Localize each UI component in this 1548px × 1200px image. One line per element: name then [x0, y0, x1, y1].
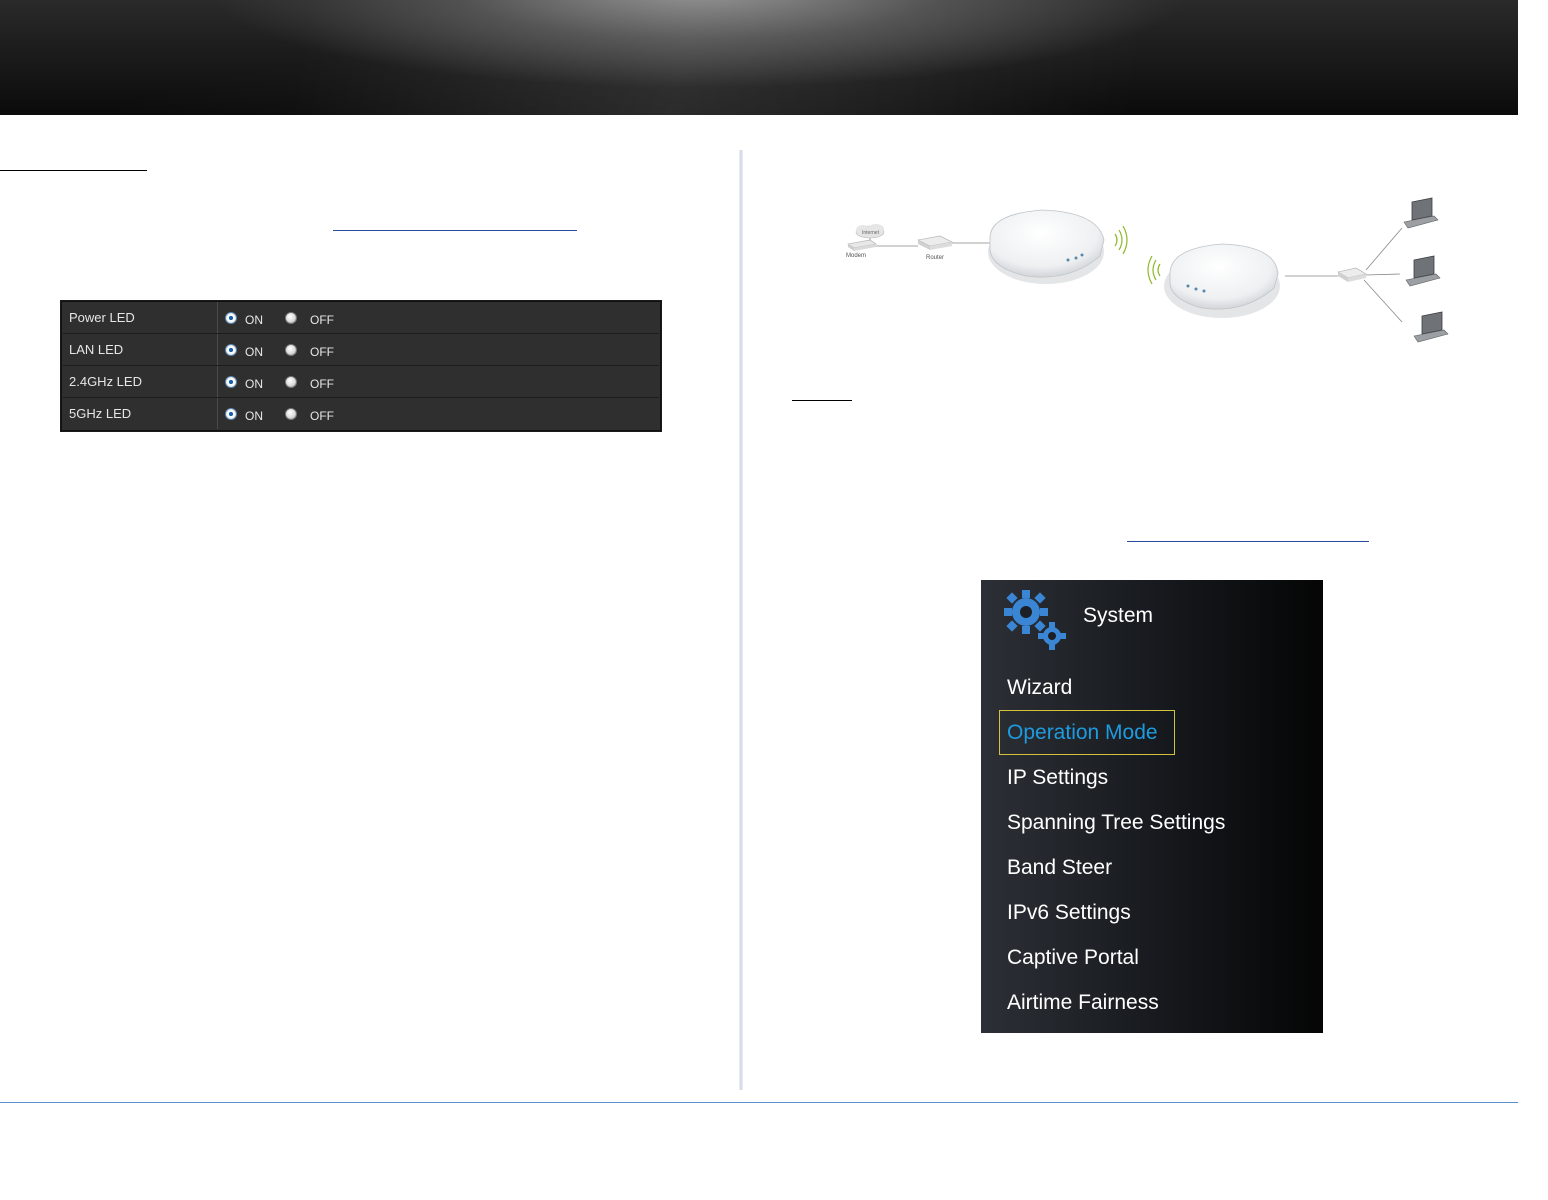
wifi-signal-icon — [1114, 225, 1161, 285]
menu-title: System — [1083, 604, 1154, 627]
hyperlink-underline[interactable] — [1127, 541, 1369, 542]
off-radio[interactable] — [285, 376, 297, 388]
gears-icon — [1004, 590, 1066, 650]
system-menu-panel: System Wizard Operation Mode IP Settings… — [981, 580, 1323, 1033]
off-radio[interactable] — [285, 408, 297, 420]
on-radio[interactable] — [225, 312, 237, 324]
on-radio[interactable] — [225, 344, 237, 356]
section-heading-underline — [792, 400, 852, 401]
modem-icon — [847, 239, 877, 251]
led-label: Power LED — [63, 302, 218, 333]
led-row-5ghz: 5GHz LED ON OFF — [63, 398, 659, 429]
laptop-icon — [1403, 197, 1439, 229]
laptop-icon — [1405, 255, 1441, 287]
led-settings-table: Power LED ON OFF LAN LED ON OFF 2.4GHz L… — [60, 300, 662, 432]
led-label: 2.4GHz LED — [63, 366, 218, 397]
off-radio[interactable] — [285, 312, 297, 324]
led-row-power: Power LED ON OFF — [63, 302, 659, 334]
header-banner — [0, 0, 1518, 115]
menu-item-airtime-fairness[interactable]: Airtime Fairness — [1007, 991, 1159, 1015]
section-heading-underline — [0, 170, 147, 171]
on-label: ON — [245, 409, 263, 423]
hyperlink-underline[interactable] — [333, 230, 577, 231]
column-divider — [739, 150, 743, 1090]
on-radio[interactable] — [225, 376, 237, 388]
router-label: Router — [926, 255, 944, 261]
menu-item-band-steer[interactable]: Band Steer — [1007, 856, 1112, 880]
internet-cloud-icon: Internet — [855, 224, 885, 239]
laptop-icon — [1413, 311, 1449, 343]
access-point-icon — [1164, 243, 1280, 318]
led-row-lan: LAN LED ON OFF — [63, 334, 659, 366]
footer-rule — [0, 1102, 1518, 1103]
menu-item-ip-settings[interactable]: IP Settings — [1007, 766, 1108, 790]
menu-item-spanning-tree-settings[interactable]: Spanning Tree Settings — [1007, 811, 1225, 835]
off-label: OFF — [310, 409, 334, 423]
on-radio[interactable] — [225, 408, 237, 420]
switch-icon — [1337, 267, 1367, 282]
off-radio[interactable] — [285, 344, 297, 356]
menu-item-captive-portal[interactable]: Captive Portal — [1007, 946, 1139, 970]
led-label: 5GHz LED — [63, 398, 218, 429]
modem-label: Modem — [846, 253, 866, 259]
network-diagram: Internet Modem Router — [830, 190, 1470, 360]
access-point-icon — [988, 209, 1105, 284]
led-label: LAN LED — [63, 334, 218, 365]
internet-label: Internet — [862, 230, 880, 236]
menu-item-ipv6-settings[interactable]: IPv6 Settings — [1007, 901, 1131, 925]
led-row-24ghz: 2.4GHz LED ON OFF — [63, 366, 659, 398]
menu-item-wizard[interactable]: Wizard — [1007, 676, 1072, 700]
menu-item-operation-mode[interactable]: Operation Mode — [1007, 721, 1158, 745]
router-icon — [917, 235, 953, 250]
